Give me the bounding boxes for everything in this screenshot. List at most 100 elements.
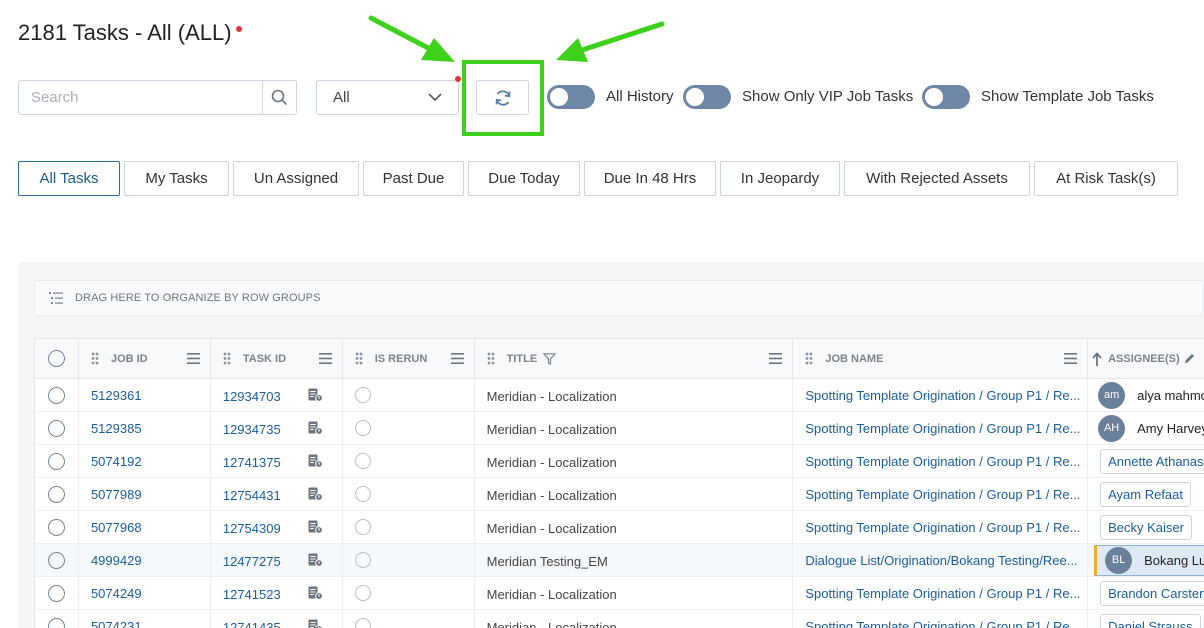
task-id-link[interactable]: 12934703	[223, 389, 281, 404]
job-name-link[interactable]: Spotting Template Origination / Group P1…	[805, 454, 1080, 469]
assignee-chip[interactable]: Brandon Carstens	[1100, 580, 1204, 606]
drag-handle-icon[interactable]	[805, 352, 813, 365]
task-details-icon[interactable]	[308, 553, 323, 570]
select-all-checkbox[interactable]	[35, 339, 79, 378]
filter-select[interactable]: All	[316, 80, 459, 115]
column-header-task-id[interactable]: TASK ID	[211, 339, 343, 378]
table-row[interactable]: 5074231 12741435 Meridian - Localization Sp…	[35, 610, 1204, 628]
job-id-link[interactable]: 5077989	[91, 487, 142, 502]
job-name-link[interactable]: Dialogue List/Origination/Bokang Testing…	[805, 553, 1077, 568]
job-name-link[interactable]: Spotting Template Origination / Group P1…	[805, 619, 1080, 628]
assignee-chip[interactable]: Annette Athanasiou	[1100, 448, 1204, 474]
table-row[interactable]: 5129361 12934703 Meridian - Localization Sp…	[35, 379, 1204, 412]
page-title: 2181 Tasks - All (ALL)	[18, 20, 242, 46]
filter-icon[interactable]	[543, 352, 557, 365]
job-id-link[interactable]: 5077968	[91, 520, 142, 535]
tab-past-due[interactable]: Past Due	[363, 161, 464, 196]
task-details-icon[interactable]	[308, 520, 323, 537]
all-history-label: All History	[606, 88, 674, 105]
assignee-cell: Ayam Refaat	[1088, 478, 1204, 510]
table-row[interactable]: 5129385 12934735 Meridian - Localization Sp…	[35, 412, 1204, 445]
assignee-chip[interactable]: Becky Kaiser	[1100, 514, 1192, 540]
job-name-link[interactable]: Spotting Template Origination / Group P1…	[805, 487, 1080, 502]
column-header-job-id[interactable]: JOB ID	[79, 339, 211, 378]
task-details-icon[interactable]	[308, 388, 323, 405]
column-header-title[interactable]: TITLE	[475, 339, 794, 378]
table-row[interactable]: 5074249 12741523 Meridian - Localization Sp…	[35, 577, 1204, 610]
drag-handle-icon[interactable]	[355, 352, 363, 365]
column-header-job-name[interactable]: JOB NAME	[793, 339, 1089, 378]
row-select[interactable]	[35, 445, 79, 477]
job-name-link[interactable]: Spotting Template Origination / Group P1…	[805, 520, 1080, 535]
vip-job-tasks-toggle[interactable]	[683, 85, 731, 109]
assignee-chip[interactable]: Ayam Refaat	[1100, 481, 1192, 507]
job-id-link[interactable]: 5074249	[91, 586, 142, 601]
task-title: Meridian - Localization	[486, 389, 617, 404]
search-button[interactable]	[262, 81, 296, 114]
assignee-selected-chip[interactable]: BL Bokang Lubisi	[1094, 544, 1204, 576]
task-id-link[interactable]: 12741435	[223, 620, 281, 628]
all-history-toggle[interactable]	[547, 85, 595, 109]
title-cell: Meridian - Localization	[475, 478, 794, 510]
job-id-link[interactable]: 5074192	[91, 454, 142, 469]
row-select[interactable]	[35, 412, 79, 444]
job-name-link[interactable]: Spotting Template Origination / Group P1…	[805, 586, 1080, 601]
task-id-link[interactable]: 12741523	[223, 587, 281, 602]
required-dot	[235, 26, 242, 32]
column-menu-icon[interactable]	[318, 353, 332, 367]
task-id-link[interactable]: 12741375	[223, 455, 281, 470]
job-name-link[interactable]: Spotting Template Origination / Group P1…	[805, 421, 1080, 436]
job-id-link[interactable]: 5129385	[91, 421, 142, 436]
table-row[interactable]: 5077968 12754309 Meridian - Localization Sp…	[35, 511, 1204, 544]
drag-handle-icon[interactable]	[223, 352, 231, 365]
row-select[interactable]	[35, 577, 79, 609]
table-row[interactable]: 5074192 12741375 Meridian - Localization Sp…	[35, 445, 1204, 478]
task-title: Meridian Testing_EM	[486, 554, 608, 569]
row-select[interactable]	[35, 511, 79, 543]
drag-handle-icon[interactable]	[487, 352, 495, 365]
row-select[interactable]	[35, 610, 79, 628]
tab-my-tasks[interactable]: My Tasks	[124, 161, 229, 196]
column-menu-icon[interactable]	[769, 353, 783, 367]
row-group-drop-zone[interactable]: DRAG HERE TO ORGANIZE BY ROW GROUPS	[34, 280, 1204, 316]
job-id-link[interactable]: 4999429	[91, 553, 142, 568]
table-row[interactable]: 4999429 12477275 Meridian Testing_EM Dialog…	[35, 544, 1204, 577]
task-details-icon[interactable]	[308, 619, 323, 628]
assignee-chip[interactable]: Daniel Strauss	[1100, 613, 1201, 628]
job-name-link[interactable]: Spotting Template Origination / Group P1…	[805, 388, 1080, 403]
tab-due-in-48-hrs[interactable]: Due In 48 Hrs	[584, 161, 716, 196]
row-select[interactable]	[35, 478, 79, 510]
column-menu-icon[interactable]	[1064, 353, 1078, 367]
task-id-link[interactable]: 12754431	[223, 488, 281, 503]
search-input[interactable]	[19, 81, 262, 114]
row-select-radio	[47, 551, 65, 569]
tab-all-tasks[interactable]: All Tasks	[18, 161, 120, 196]
tab-due-today[interactable]: Due Today	[468, 161, 580, 196]
tab-with-rejected-assets[interactable]: With Rejected Assets	[844, 161, 1030, 196]
drag-handle-icon[interactable]	[91, 352, 99, 365]
tab-at-risk-tasks[interactable]: At Risk Task(s)	[1034, 161, 1178, 196]
tab-un-assigned[interactable]: Un Assigned	[233, 161, 359, 196]
edit-icon[interactable]	[1184, 353, 1195, 364]
row-select[interactable]	[35, 379, 79, 411]
task-id-link[interactable]: 12477275	[223, 554, 281, 569]
task-details-icon[interactable]	[308, 421, 323, 438]
table-row[interactable]: 5077989 12754431 Meridian - Localization Sp…	[35, 478, 1204, 511]
column-header-is-rerun[interactable]: IS RERUN	[343, 339, 475, 378]
job-id-link[interactable]: 5129361	[91, 388, 142, 403]
column-header-assignees[interactable]: ASSIGNEE(S)	[1088, 339, 1204, 378]
column-menu-icon[interactable]	[186, 353, 200, 367]
task-id-link[interactable]: 12934735	[223, 422, 281, 437]
task-title: Meridian - Localization	[486, 587, 617, 602]
task-id-link[interactable]: 12754309	[223, 521, 281, 536]
is-rerun-cell	[343, 379, 475, 411]
task-details-icon[interactable]	[308, 487, 323, 504]
sort-ascending-icon[interactable]	[1092, 351, 1102, 366]
job-id-link[interactable]: 5074231	[91, 619, 142, 628]
template-job-tasks-toggle[interactable]	[922, 85, 970, 109]
row-select[interactable]	[35, 544, 79, 576]
task-details-icon[interactable]	[308, 586, 323, 603]
task-details-icon[interactable]	[308, 454, 323, 471]
tab-in-jeopardy[interactable]: In Jeopardy	[720, 161, 840, 196]
column-menu-icon[interactable]	[450, 353, 464, 367]
